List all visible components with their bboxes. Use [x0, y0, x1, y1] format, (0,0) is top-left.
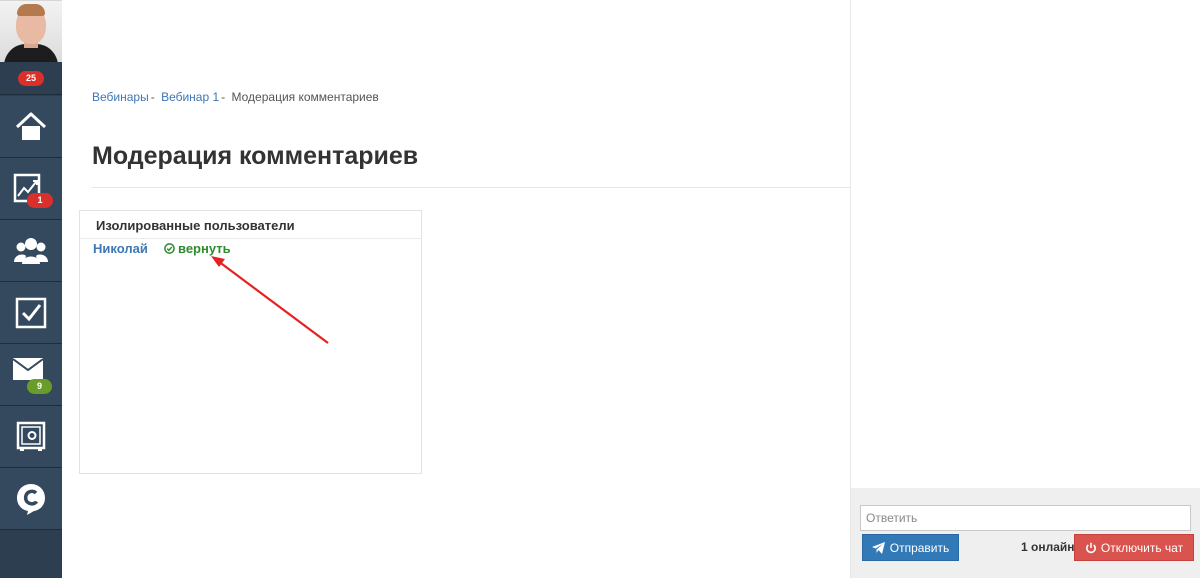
sidebar-item-messages[interactable]: 9	[0, 344, 62, 406]
home-icon	[15, 112, 47, 140]
send-label: Отправить	[889, 540, 950, 555]
chat-panel: Отправить 1 онлайн Отключить чат	[850, 0, 1200, 578]
avatar[interactable]	[0, 0, 62, 62]
title-divider	[92, 187, 850, 188]
page-title: Модерация комментариев	[92, 142, 419, 170]
isolated-users-panel: Изолированные пользователи Николай верну…	[79, 210, 422, 474]
sidebar: 25 1 9	[0, 0, 62, 578]
online-count: 1 онлайн	[1021, 540, 1075, 554]
restore-user-link[interactable]: вернуть	[164, 241, 231, 256]
panel-header: Изолированные пользователи	[80, 211, 421, 239]
main-content: Вебинары - Вебинар 1- Модерация комментар…	[62, 0, 850, 578]
chat-bubble-c-icon	[17, 483, 45, 515]
sidebar-item-users[interactable]	[0, 220, 62, 282]
send-button[interactable]: Отправить	[862, 534, 959, 561]
notifications-badge-row: 25	[0, 62, 62, 95]
sidebar-footer	[0, 534, 62, 578]
chat-footer: Отправить 1 онлайн Отключить чат	[851, 488, 1200, 578]
sidebar-item-home[interactable]	[0, 96, 62, 158]
notifications-badge[interactable]: 25	[18, 71, 44, 86]
isolated-user-name[interactable]: Николай	[93, 241, 148, 256]
sidebar-item-safe[interactable]	[0, 406, 62, 468]
power-icon	[1085, 542, 1096, 553]
envelope-icon	[13, 357, 43, 380]
safe-icon	[16, 421, 46, 451]
panel-title: Изолированные пользователи	[96, 218, 295, 233]
sidebar-item-chat[interactable]	[0, 468, 62, 530]
messages-badge: 9	[27, 379, 52, 394]
disconnect-chat-button[interactable]: Отключить чат	[1074, 534, 1194, 561]
sidebar-item-tasks[interactable]	[0, 282, 62, 344]
breadcrumb-webinar-1[interactable]: Вебинар 1	[161, 90, 219, 104]
check-circle-icon	[164, 243, 175, 254]
sidebar-item-stats[interactable]: 1	[0, 158, 62, 220]
disconnect-label: Отключить чат	[1100, 540, 1184, 555]
breadcrumb-webinars[interactable]: Вебинары	[92, 90, 149, 104]
users-group-icon	[14, 237, 48, 264]
restore-label: вернуть	[178, 241, 231, 256]
stats-badge: 1	[27, 193, 53, 208]
breadcrumb-current: Модерация комментариев	[231, 90, 379, 104]
reply-input[interactable]	[860, 505, 1191, 531]
checkbox-icon	[15, 297, 47, 328]
breadcrumb: Вебинары - Вебинар 1- Модерация комментар…	[92, 90, 379, 104]
paper-plane-icon	[871, 541, 885, 554]
list-item: Николай вернуть	[93, 241, 413, 259]
